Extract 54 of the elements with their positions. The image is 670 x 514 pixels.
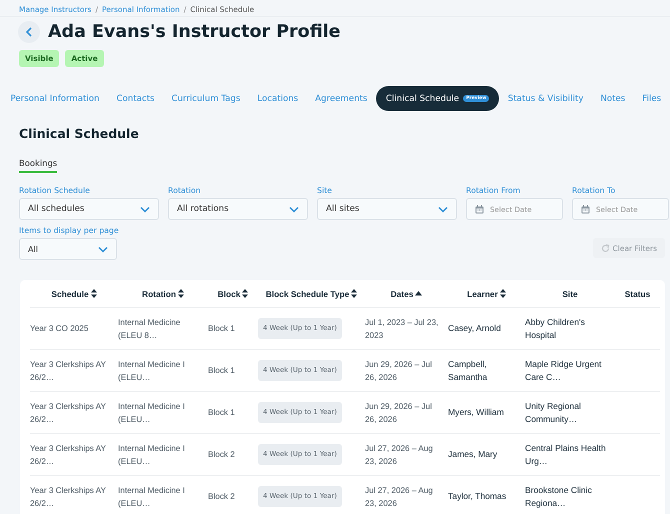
dropdown[interactable]: All sites — [317, 198, 457, 220]
back-button[interactable] — [18, 21, 40, 43]
table-cell-text: Internal Medicine I (ELEU… — [118, 442, 186, 468]
table-cell-text: Block 1 — [208, 323, 235, 335]
table-cell-text: Abby Children's Hospital — [525, 316, 586, 342]
table-cell: Myers, William — [448, 406, 504, 419]
table-cell: Taylor, Thomas — [448, 490, 506, 503]
table-cell-text: Internal Medicine I (ELEU… — [118, 400, 186, 426]
table-cell-text: Maple Ridge Urgent Care C… — [525, 358, 602, 384]
chevron-icon — [140, 206, 150, 212]
column-header[interactable]: Dates — [390, 288, 414, 298]
table-cell: James, Mary — [448, 448, 498, 461]
table-cell-text: Internal Medicine (ELEU 8… — [118, 316, 182, 342]
table-cell-text: Block 2 — [208, 491, 235, 503]
table-cell-text: Jul 27, 2026 – Aug 23, 2026 — [365, 442, 434, 468]
table-cell-text: Year 3 Clerkships AY 26/2… — [30, 358, 107, 384]
table-cell-text: Year 3 Clerkships AY 26/2… — [30, 484, 107, 510]
table-cell-text: Block 1 — [208, 365, 235, 377]
refresh-icon — [600, 244, 610, 252]
table-cell-text: Brookstone Clinic Regiona… — [525, 484, 593, 510]
column-header[interactable]: Learner — [467, 288, 498, 298]
dropdown[interactable]: All rotations — [168, 198, 308, 220]
table-cell-text: Block 1 — [208, 407, 235, 419]
table-cell-text: Jun 29, 2026 – Jul 26, 2026 — [365, 400, 433, 426]
table-cell-text: Central Plains Health Urg… — [525, 442, 607, 468]
table-cell-text: Year 3 Clerkships AY 26/2… — [30, 442, 107, 468]
chevron-icon — [98, 246, 108, 252]
dropdown[interactable]: All schedules — [19, 198, 159, 220]
column-header[interactable]: Rotation — [142, 288, 176, 298]
chevron-icon — [438, 206, 448, 212]
calendar-icon — [475, 204, 484, 214]
table-cell-text: Internal Medicine I (ELEU… — [118, 358, 186, 384]
table-cell-text: Block 2 — [208, 449, 235, 461]
dropdown[interactable]: All — [19, 238, 117, 260]
calendar-icon — [581, 204, 590, 214]
chevron-left-icon — [25, 27, 33, 37]
table-cell-text: Jul 27, 2026 – Aug 23, 2026 — [365, 484, 434, 510]
column-header[interactable]: Site — [562, 288, 578, 298]
table-cell-text: Unity Regional Community… — [525, 400, 582, 426]
table-cell: Casey, Arnold — [448, 322, 501, 335]
chevron-icon — [289, 206, 299, 212]
column-header[interactable]: Block — [218, 288, 240, 298]
column-header[interactable]: Block Schedule Type — [266, 288, 350, 298]
table-cell-text: Campbell, Samantha — [448, 358, 488, 384]
page-title: Ada Evans's Instructor Profile — [48, 22, 341, 42]
table-cell-text: Jul 1, 2023 – Jul 23, 2023 — [365, 316, 440, 342]
table-cell-text: Jun 29, 2026 – Jul 26, 2026 — [365, 358, 433, 384]
column-header[interactable]: Status — [624, 288, 650, 298]
table-cell-text: Internal Medicine I (ELEU… — [118, 484, 186, 510]
table-cell-text: Year 3 CO 2025 — [30, 323, 88, 335]
table-cell-text: Year 3 Clerkships AY 26/2… — [30, 400, 107, 426]
section-title: Clinical Schedule — [19, 126, 140, 141]
subtab[interactable]: Bookings — [19, 158, 58, 173]
column-header[interactable]: Schedule — [51, 288, 89, 298]
